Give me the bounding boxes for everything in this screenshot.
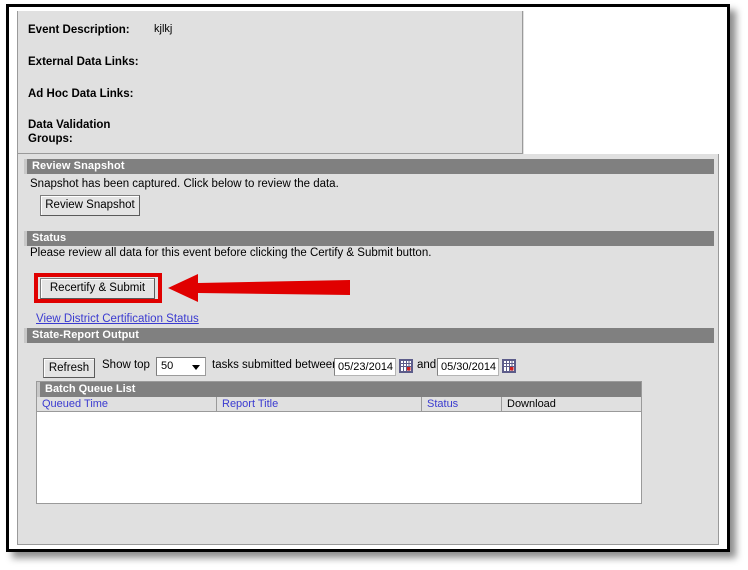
batch-queue-header-row: Queued Time Report Title Status Download: [37, 397, 641, 412]
column-header-report-title[interactable]: Report Title: [217, 397, 422, 412]
column-header-download: Download: [507, 398, 556, 410]
state-report-output-section-title: State-Report Output: [32, 329, 140, 341]
refresh-button[interactable]: Refresh: [43, 358, 95, 378]
status-section-title: Status: [32, 232, 67, 244]
end-date-input[interactable]: 05/30/2014: [437, 358, 499, 376]
review-snapshot-section-title: Review Snapshot: [32, 160, 125, 172]
external-data-links-label: External Data Links:: [28, 56, 139, 68]
review-snapshot-button[interactable]: Review Snapshot: [40, 195, 140, 216]
review-snapshot-description: Snapshot has been captured. Click below …: [30, 178, 339, 190]
window-frame: Event Description: kjlkj External Data L…: [6, 4, 730, 552]
batch-queue-title: Batch Queue List: [45, 383, 136, 395]
event-description-label: Event Description:: [28, 24, 130, 36]
calendar-icon-start[interactable]: [399, 359, 413, 373]
batch-queue-panel: Batch Queue List Queued Time Report Titl…: [36, 381, 642, 504]
calendar-icon-end[interactable]: [502, 359, 516, 373]
event-detail-block: Event Description: kjlkj External Data L…: [18, 11, 523, 154]
ad-hoc-data-links-label: Ad Hoc Data Links:: [28, 88, 134, 100]
recertify-and-submit-button[interactable]: Recertify & Submit: [40, 278, 155, 299]
and-label: and: [417, 359, 437, 371]
detail-block-filler: [524, 11, 720, 154]
state-report-output-section-header: State-Report Output: [24, 328, 714, 343]
event-description-value: kjlkj: [154, 23, 173, 35]
batch-queue-title-bar: Batch Queue List: [37, 382, 641, 397]
show-top-value: 50: [161, 360, 174, 372]
show-top-select[interactable]: 50: [156, 357, 206, 376]
main-panel: Event Description: kjlkj External Data L…: [17, 11, 720, 545]
page-content: Event Description: kjlkj External Data L…: [9, 7, 727, 549]
column-header-queued-time[interactable]: Queued Time: [37, 397, 217, 412]
data-validation-groups-label-line1: Data Validation: [28, 119, 111, 131]
start-date-input[interactable]: 05/23/2014: [334, 358, 396, 376]
chevron-down-icon: [192, 365, 200, 370]
status-section-header: Status: [24, 231, 714, 246]
review-snapshot-section-header: Review Snapshot: [24, 159, 714, 174]
data-validation-groups-label-line2: Groups:: [28, 133, 73, 145]
show-top-label: Show top: [102, 359, 150, 371]
status-description: Please review all data for this event be…: [30, 247, 432, 259]
batch-queue-rows: [37, 412, 641, 503]
column-header-status[interactable]: Status: [422, 397, 502, 412]
tasks-submitted-between-label: tasks submitted between: [212, 359, 339, 371]
annotation-arrow: [168, 274, 350, 302]
view-district-certification-status-link[interactable]: View District Certification Status: [36, 313, 199, 325]
